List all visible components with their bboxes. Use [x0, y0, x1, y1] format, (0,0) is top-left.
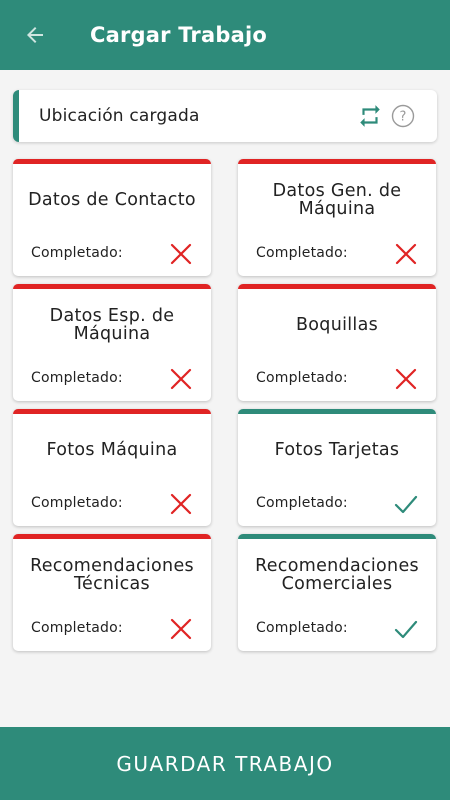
section-card[interactable]: Datos Esp. de Máquina Completado: — [13, 284, 211, 401]
section-card[interactable]: Recomendaciones Técnicas Completado: — [13, 534, 211, 651]
completion-label: Completado: — [256, 620, 348, 636]
arrow-left-icon — [27, 27, 43, 43]
section-card[interactable]: Datos Gen. de Máquina Completado: — [238, 159, 436, 276]
svg-text:?: ? — [400, 110, 407, 125]
back-button[interactable] — [0, 0, 70, 70]
close-icon — [395, 368, 417, 390]
completion-label: Completado: — [31, 620, 123, 636]
check-icon — [394, 495, 418, 514]
section-title: Fotos Tarjetas — [274, 440, 400, 460]
section-title: Recomendaciones Comerciales — [255, 556, 419, 594]
location-status-label: Ubicación cargada — [39, 106, 200, 126]
app-bar: Cargar Trabajo — [0, 0, 450, 70]
completion-label: Completado: — [31, 245, 123, 261]
section-title: Datos de Contacto — [28, 190, 196, 210]
save-job-button[interactable]: GUARDAR TRABAJO — [0, 727, 450, 800]
completion-label: Completado: — [256, 370, 348, 386]
section-card[interactable]: Fotos Tarjetas Completado: — [238, 409, 436, 526]
close-icon — [395, 243, 417, 265]
section-title: Recomendaciones Técnicas — [30, 556, 194, 594]
refresh-icon[interactable] — [357, 103, 383, 129]
section-title: Datos Gen. de Máquina — [272, 181, 402, 219]
section-card[interactable]: Fotos Máquina Completado: — [13, 409, 211, 526]
location-status-card: Ubicación cargada ? — [13, 90, 437, 142]
section-title: Boquillas — [295, 315, 379, 335]
page-title: Cargar Trabajo — [90, 23, 267, 47]
save-job-label: GUARDAR TRABAJO — [116, 751, 334, 776]
close-icon — [170, 493, 192, 515]
close-icon — [170, 368, 192, 390]
section-title: Datos Esp. de Máquina — [49, 306, 175, 344]
section-card[interactable]: Boquillas Completado: — [238, 284, 436, 401]
section-card[interactable]: Recomendaciones Comerciales Completado: — [238, 534, 436, 651]
completion-label: Completado: — [256, 245, 348, 261]
close-icon — [170, 243, 192, 265]
section-card[interactable]: Datos de Contacto Completado: — [13, 159, 211, 276]
completion-label: Completado: — [31, 495, 123, 511]
completion-label: Completado: — [31, 370, 123, 386]
completion-label: Completado: — [256, 495, 348, 511]
section-title: Fotos Máquina — [46, 440, 178, 460]
check-icon — [394, 620, 418, 639]
help-circle-icon[interactable]: ? — [391, 104, 415, 128]
close-icon — [170, 618, 192, 640]
